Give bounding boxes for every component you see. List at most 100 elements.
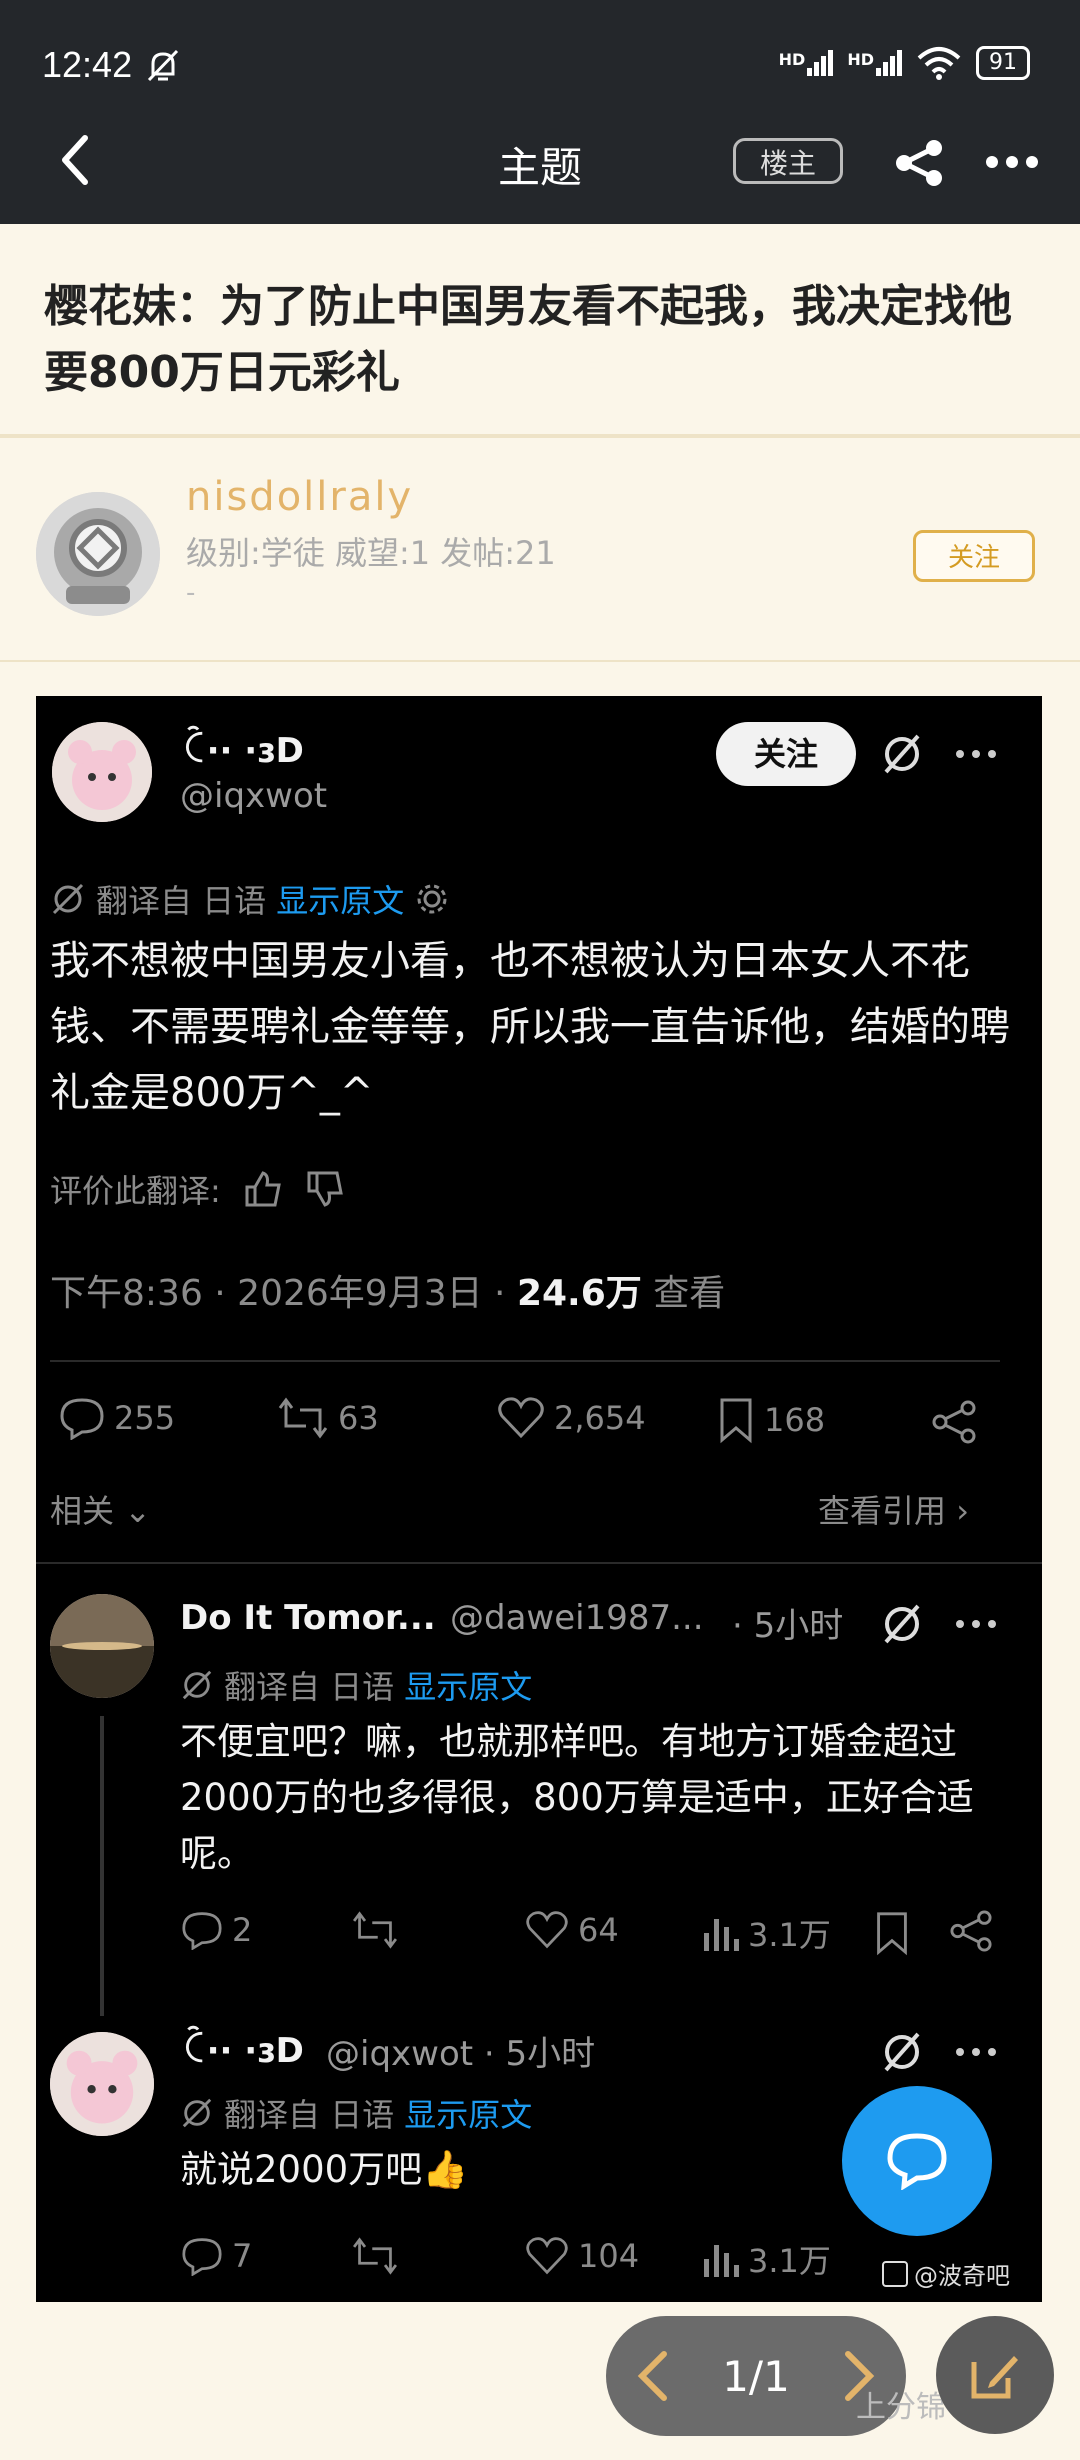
share-icon[interactable]: [892, 138, 946, 188]
reply1-avatar: [50, 1594, 154, 1698]
show-original-link[interactable]: 显示原文: [404, 2090, 532, 2136]
reply1-time: · 5小时: [732, 1606, 844, 1646]
translate-icon: [52, 883, 84, 915]
heart-icon: [526, 2237, 568, 2275]
status-icons: HD HD 91: [779, 46, 1030, 80]
reply2-views-action[interactable]: 3.1万: [700, 2236, 831, 2282]
chevron-right-icon: ›: [956, 1492, 969, 1530]
compose-button[interactable]: [936, 2316, 1054, 2434]
status-time: 12:42: [42, 44, 133, 85]
tweet-timestamp: 下午8:36 · 2026年9月3日 · 24.6万 查看: [50, 1264, 725, 1316]
reply2-retweet-action[interactable]: [350, 2236, 400, 2276]
watermark-badge-icon: [882, 2260, 908, 2287]
tweet-time: 下午8:36 · 2026年9月3日 ·: [50, 1273, 517, 1314]
tweet-author-name[interactable]: ꉓ·· ·ɜD: [180, 726, 304, 771]
view-quotes-link[interactable]: 查看引用 ›: [818, 1486, 969, 1532]
translated-from-label: 翻译自 日语: [96, 882, 267, 920]
grok-icon[interactable]: [880, 2030, 924, 2074]
views-count: 3.1万: [748, 1916, 831, 1954]
rate-translation: 评价此翻译:: [50, 1166, 345, 1212]
bookmark-action[interactable]: 168: [716, 1396, 825, 1444]
author-name[interactable]: nisdollraly: [186, 474, 413, 520]
reply1-author-name[interactable]: Do It Tomor...: [180, 1598, 436, 1638]
reply-count: 7: [232, 2237, 253, 2275]
pink-bear-icon: [52, 722, 152, 822]
reply2-reply-action[interactable]: 7: [180, 2236, 252, 2276]
thumbs-down-icon[interactable]: [305, 1171, 345, 1207]
show-original-link[interactable]: 显示原文: [276, 876, 404, 922]
like-count: 64: [578, 1911, 619, 1949]
tweet-follow-button[interactable]: 关注: [716, 722, 856, 786]
watermark: @波奇吧: [882, 2256, 1010, 2291]
share-icon[interactable]: [930, 1400, 978, 1444]
translate-icon: [182, 1670, 212, 1700]
floating-reply-button[interactable]: [842, 2086, 992, 2236]
translated-from-label: 翻译自 日语: [224, 2096, 395, 2134]
reply2-like-action[interactable]: 104: [524, 2236, 639, 2276]
divider: [50, 1360, 1000, 1362]
floor-owner-button[interactable]: 楼主: [733, 138, 843, 184]
reply1-text: 不便宜吧？嘛，也就那样吧。有地方订婚金超过2000万的也多得很，800万算是适中…: [180, 1720, 974, 1875]
reply2-more-icon[interactable]: [954, 2046, 998, 2058]
like-count: 2,654: [554, 1399, 646, 1437]
author-avatar[interactable]: [36, 492, 160, 616]
bookmark-icon: [720, 1398, 752, 1444]
follow-button[interactable]: 关注: [913, 530, 1035, 582]
heart-icon: [498, 1397, 544, 1439]
footer-watermark: 上分锦: [856, 2390, 946, 2425]
reply-icon: [182, 2238, 222, 2276]
signal-icon-2: HD: [847, 50, 902, 76]
view-quotes-label: 查看引用: [818, 1492, 947, 1530]
post-title-area: 樱花妹：为了防止中国男友看不起我，我决定找他要800万日元彩礼: [0, 224, 1080, 438]
views-chart-icon: [704, 2245, 739, 2277]
show-original-link[interactable]: 显示原文: [404, 1662, 532, 1708]
reply1-reply-action[interactable]: 2: [180, 1910, 252, 1950]
reply-icon: [182, 1912, 222, 1950]
network-type-2: HD: [847, 50, 874, 69]
retweet-action[interactable]: 63: [276, 1396, 379, 1440]
post-title: 樱花妹：为了防止中国男友看不起我，我决定找他要800万日元彩礼: [44, 281, 1012, 398]
chevron-down-icon: ⌄: [124, 1492, 151, 1530]
embedded-screenshot[interactable]: ꉓ·· ·ɜD @iqxwot 关注 翻译自 日语 显示原文 我不想被中国男友小…: [36, 696, 1042, 2302]
edit-icon: [971, 2356, 1018, 2399]
retweet-icon: [353, 2237, 397, 2275]
views-chart-icon: [704, 1919, 739, 1951]
tweet-more-icon[interactable]: [954, 748, 998, 760]
share-icon[interactable]: [948, 1910, 994, 1952]
tweet-author-handle[interactable]: @iqxwot: [180, 776, 327, 816]
thumbs-up-icon[interactable]: [243, 1171, 283, 1207]
divider: [36, 1562, 1042, 1564]
translation-line: 翻译自 日语 显示原文: [50, 876, 450, 922]
tweet-views-count: 24.6万: [516, 1273, 642, 1314]
reply2-author-name[interactable]: ꉓ·· ·ɜD: [180, 2026, 304, 2071]
reply1-author-handle[interactable]: @dawei1987...: [450, 1598, 704, 1638]
like-action[interactable]: 2,654: [496, 1396, 646, 1440]
reply2-text: 就说2000万吧👍: [180, 2148, 469, 2191]
grok-icon[interactable]: [880, 732, 924, 776]
reply2-author-handle[interactable]: @iqxwot · 5小时: [326, 2026, 595, 2075]
reply1-retweet-action[interactable]: [350, 1910, 400, 1950]
reply1-translation-line: 翻译自 日语 显示原文: [180, 1662, 532, 1708]
settings-gear-icon[interactable]: [414, 881, 450, 917]
signal-icon: HD: [779, 50, 834, 76]
related-label: 相关: [50, 1492, 115, 1530]
network-type: HD: [778, 50, 806, 69]
watermark-text: @波奇吧: [914, 2262, 1010, 2290]
reply1-like-action[interactable]: 64: [524, 1910, 619, 1950]
reply-action[interactable]: 255: [58, 1396, 175, 1440]
related-dropdown[interactable]: 相关 ⌄: [50, 1486, 151, 1532]
reply1-views-action[interactable]: 3.1万: [700, 1910, 831, 1956]
pink-bear-icon: [50, 2032, 154, 2136]
tweet-views-label: 查看: [641, 1273, 726, 1314]
chat-bubble-icon: [887, 2133, 947, 2190]
grok-icon[interactable]: [880, 1602, 924, 1646]
author-meta: 级别:学徒 威望:1 发帖:21: [186, 534, 556, 572]
author-row: nisdollraly 级别:学徒 威望:1 发帖:21 - 关注: [0, 440, 1080, 662]
reply1-more-icon[interactable]: [954, 1618, 998, 1630]
top-bar: 12:42 HD HD 91 主题 楼主: [0, 0, 1080, 224]
bookmark-icon[interactable]: [872, 1910, 912, 1956]
reply-count: 255: [114, 1399, 176, 1437]
reply-icon: [60, 1398, 104, 1440]
more-icon[interactable]: [985, 155, 1040, 169]
retweet-icon: [278, 1397, 328, 1439]
